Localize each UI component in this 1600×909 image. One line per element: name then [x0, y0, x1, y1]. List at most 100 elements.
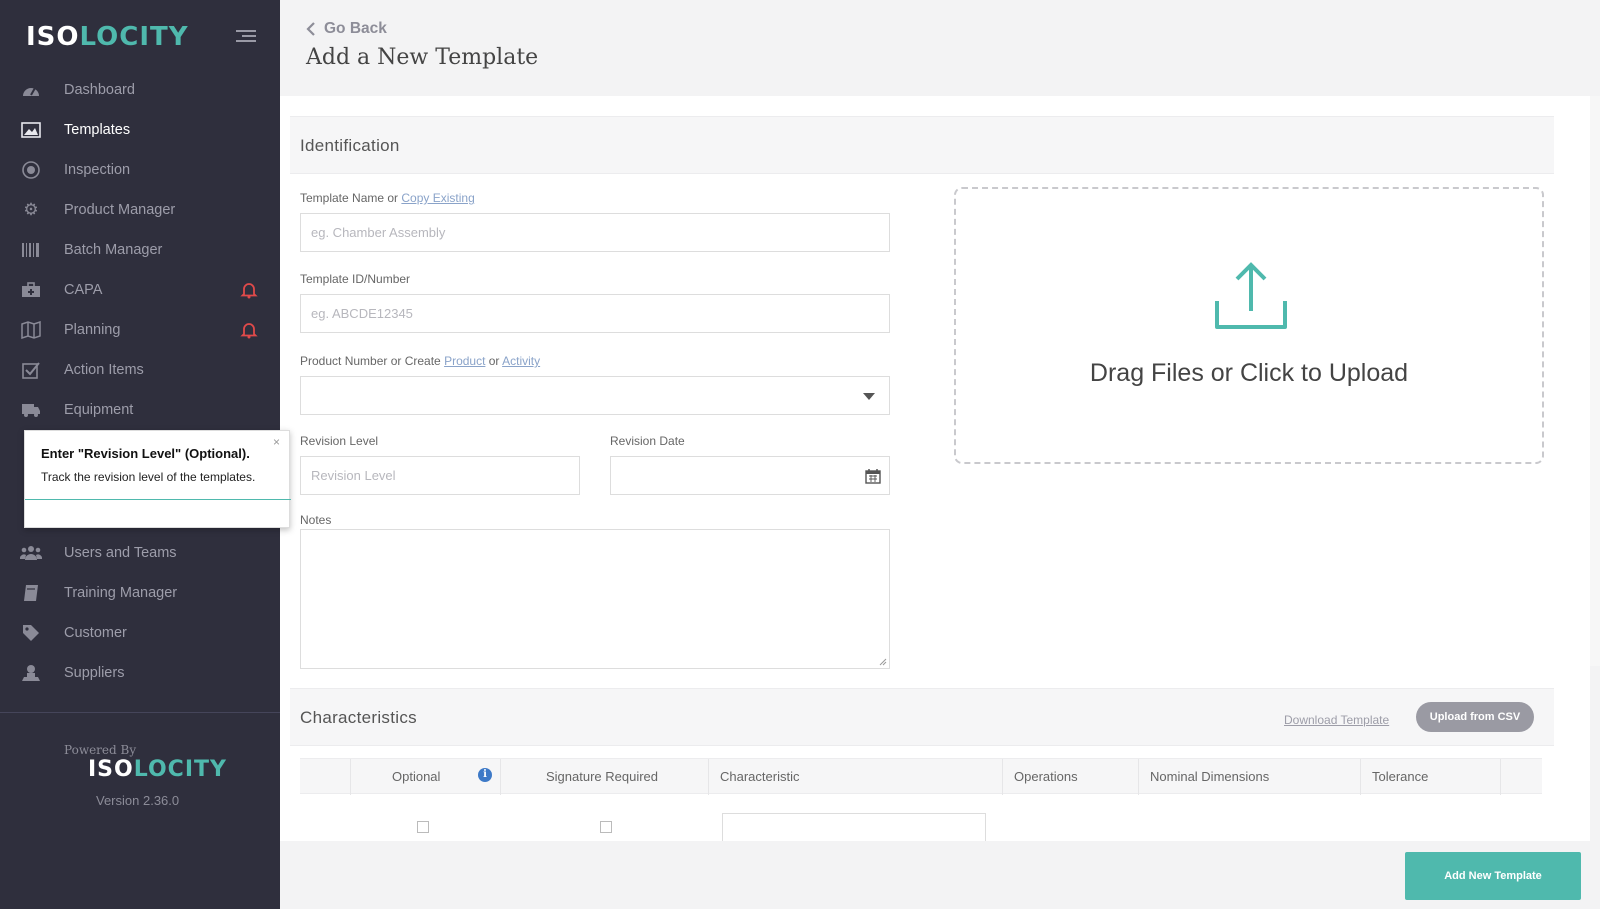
book-icon	[20, 582, 42, 604]
sidebar-item-batch-manager[interactable]: Batch Manager	[0, 230, 280, 270]
copy-existing-link[interactable]: Copy Existing	[401, 191, 474, 205]
calendar-icon[interactable]	[865, 468, 881, 484]
image-icon	[20, 119, 42, 141]
sidebar-item-capa[interactable]: CAPA	[0, 270, 280, 310]
menu-toggle-icon[interactable]	[236, 30, 256, 44]
scrollbar[interactable]	[1590, 96, 1600, 666]
template-id-input[interactable]: eg. ABCDE12345	[300, 294, 890, 333]
create-product-link[interactable]: Product	[444, 354, 485, 368]
add-new-template-button[interactable]: Add New Template	[1405, 852, 1581, 900]
download-template-link[interactable]: Download Template	[1284, 713, 1389, 727]
bell-alert-icon[interactable]	[240, 281, 258, 299]
version-text: Version 2.36.0	[96, 793, 180, 808]
map-icon	[20, 319, 42, 341]
medkit-icon	[20, 279, 42, 301]
column-header-tolerance: Tolerance	[1372, 769, 1429, 784]
sidebar-item-action-items[interactable]: Action Items	[0, 350, 280, 390]
file-upload-dropzone[interactable]: Drag Files or Click to Upload	[954, 187, 1544, 464]
sidebar-footer: Powered By ISOLOCITY Version 2.36.0	[0, 712, 280, 909]
characteristic-input[interactable]	[722, 813, 986, 841]
sidebar-item-equipment[interactable]: Equipment	[0, 390, 280, 430]
barcode-icon	[20, 239, 42, 261]
characteristics-table-header: Optional i Signature Required Characteri…	[300, 758, 1542, 795]
sidebar-item-suppliers[interactable]: Suppliers	[0, 653, 280, 693]
tooltip-text: Track the revision level of the template…	[41, 470, 256, 484]
column-divider	[708, 759, 709, 795]
sidebar-item-planning[interactable]: Planning	[0, 310, 280, 350]
sidebar-item-label: Customer	[64, 625, 127, 641]
sidebar-item-label: CAPA	[64, 282, 103, 298]
placeholder-text: Revision Level	[311, 468, 396, 483]
powered-by-text: Powered By	[64, 743, 137, 757]
sidebar-item-label: Batch Manager	[64, 242, 163, 258]
page-title: Add a New Template	[306, 45, 539, 70]
logo-text-o: O	[56, 22, 80, 52]
dashboard-gauge-icon	[20, 79, 42, 101]
checkbox-icon	[20, 359, 42, 381]
sidebar-item-templates[interactable]: Templates	[0, 110, 280, 150]
bottom-action-bar	[280, 841, 1600, 909]
create-activity-link[interactable]: Activity	[502, 354, 540, 368]
template-name-input[interactable]: eg. Chamber Assembly	[300, 213, 890, 252]
upload-icon	[1215, 262, 1287, 329]
notes-label: Notes	[300, 513, 332, 527]
gear-icon: ⚙	[23, 200, 39, 219]
column-header-operations: Operations	[1014, 769, 1078, 784]
sidebar-item-training-manager[interactable]: Training Manager	[0, 573, 280, 613]
logo-text-locity: LOCITY	[133, 757, 227, 782]
column-header-characteristic: Characteristic	[720, 769, 800, 784]
isolocity-logo[interactable]: ISOLOCITY	[26, 22, 189, 52]
column-divider	[500, 759, 501, 795]
logo-text-is: IS	[88, 757, 115, 782]
revision-level-label: Revision Level	[300, 434, 379, 448]
resize-handle-icon[interactable]	[879, 658, 887, 666]
go-back-label: Go Back	[324, 20, 387, 37]
chevron-left-icon	[306, 22, 315, 36]
product-number-select[interactable]	[300, 376, 890, 415]
label-text: Product Number or Create	[300, 354, 445, 368]
placeholder-text: eg. Chamber Assembly	[311, 225, 446, 240]
sidebar-item-label: Equipment	[64, 402, 134, 418]
upload-from-csv-button[interactable]: Upload from CSV	[1416, 702, 1534, 732]
template-name-label: Template Name or Copy Existing	[300, 191, 475, 205]
column-divider	[350, 759, 351, 795]
tag-icon	[20, 622, 42, 644]
column-divider	[1500, 759, 1501, 795]
notes-textarea[interactable]	[300, 529, 890, 669]
upload-text: Drag Files or Click to Upload	[1089, 359, 1409, 387]
sidebar-item-label: Planning	[64, 322, 121, 338]
identification-header: Identification	[290, 116, 1554, 174]
section-title: Characteristics	[300, 708, 417, 727]
optional-checkbox[interactable]	[417, 821, 429, 833]
info-icon[interactable]: i	[478, 768, 492, 782]
bell-alert-icon[interactable]	[240, 321, 258, 339]
truck-icon	[20, 399, 42, 421]
template-id-label: Template ID/Number	[300, 272, 411, 286]
sidebar-item-dashboard[interactable]: Dashboard	[0, 70, 280, 110]
sidebar-item-inspection[interactable]: Inspection	[0, 150, 280, 190]
sidebar-item-label: Dashboard	[64, 82, 135, 98]
signature-required-checkbox[interactable]	[600, 821, 612, 833]
column-header-optional: Optional	[392, 769, 441, 784]
logo-text-o: O	[114, 757, 134, 782]
sidebar-item-customer[interactable]: Customer	[0, 613, 280, 653]
logo-text-is: IS	[26, 22, 57, 52]
close-icon[interactable]: ×	[273, 435, 280, 449]
column-divider	[1138, 759, 1139, 795]
supplier-icon	[20, 662, 42, 684]
caret-down-icon	[863, 393, 875, 400]
sidebar-item-label: Training Manager	[64, 585, 178, 601]
sidebar-item-product-manager[interactable]: ⚙ Product Manager	[0, 190, 280, 230]
column-header-nominal-dimensions: Nominal Dimensions	[1150, 769, 1270, 784]
main-area: Go Back Add a New Template Identificatio…	[280, 0, 1600, 909]
revision-date-input[interactable]	[610, 456, 890, 495]
label-text: or	[485, 354, 503, 368]
sidebar-item-users-and-teams[interactable]: Users and Teams	[0, 533, 280, 573]
go-back-link[interactable]: Go Back	[306, 20, 387, 38]
sidebar-item-label: Inspection	[64, 162, 131, 178]
sidebar-item-label: Users and Teams	[64, 545, 177, 561]
section-title: Identification	[300, 136, 400, 155]
revision-level-input[interactable]: Revision Level	[300, 456, 580, 495]
onboarding-tooltip: Enter "Revision Level" (Optional). Track…	[24, 430, 291, 528]
label-text: Template Name or	[300, 191, 402, 205]
